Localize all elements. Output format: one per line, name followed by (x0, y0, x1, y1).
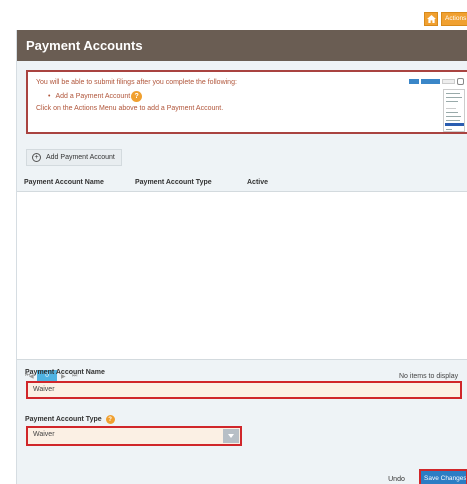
payment-account-type-label-row: Payment Account Type ? (25, 415, 115, 424)
thumbnail-menu-line (446, 108, 456, 109)
thumbnail-menu-line (446, 120, 460, 121)
actions-menu-thumbnail (409, 77, 467, 132)
grid-header: Payment Account Name Payment Account Typ… (17, 175, 467, 192)
page-title: Payment Accounts (26, 38, 143, 53)
payment-account-type-label: Payment Account Type (25, 416, 102, 423)
add-payment-account-label: Add Payment Account (46, 154, 115, 161)
thumbnail-actions-button (442, 79, 455, 84)
thumbnail-button-2 (421, 79, 440, 84)
notice-instruction-text: Click on the Actions Menu above to add a… (36, 105, 224, 112)
help-icon[interactable]: ? (105, 415, 115, 424)
pager-status: No items to display (399, 373, 459, 380)
thumbnail-menu-highlight (445, 123, 464, 126)
notice-requirement-text: Add a Payment Account (55, 93, 131, 100)
undo-button[interactable]: Undo (383, 472, 410, 484)
thumbnail-menu-line (446, 129, 452, 130)
payment-account-type-value: Waiver (33, 431, 55, 438)
add-payment-account-button[interactable]: + Add Payment Account (26, 149, 122, 166)
column-header-type[interactable]: Payment Account Type (135, 179, 212, 186)
requirements-notice: You will be able to submit filings after… (26, 70, 467, 134)
thumbnail-menu-line (446, 112, 458, 113)
payment-account-type-select[interactable]: Waiver (26, 426, 242, 446)
chevron-down-icon (228, 434, 234, 438)
home-icon (426, 15, 436, 23)
thumbnail-menu-line (446, 116, 461, 117)
thumbnail-gear-icon (457, 78, 464, 85)
thumbnail-button-1 (409, 79, 419, 84)
thumbnail-menu-line (446, 101, 458, 102)
actions-menu-button[interactable]: Actions (441, 12, 467, 26)
top-toolbar: Actions (0, 0, 467, 30)
grid-body (17, 192, 467, 360)
help-icon[interactable]: ? (131, 91, 143, 102)
payment-accounts-panel: Payment Accounts You will be able to sub… (16, 30, 467, 484)
column-header-name[interactable]: Payment Account Name (24, 179, 104, 186)
home-button[interactable] (424, 12, 438, 26)
notice-requirement-item: • Add a Payment Account ? (48, 91, 143, 102)
thumbnail-menu-line (446, 97, 462, 98)
dropdown-toggle[interactable] (223, 429, 239, 443)
add-icon: + (32, 153, 41, 162)
panel-header: Payment Accounts (17, 30, 467, 61)
bullet-icon: • (48, 93, 51, 100)
payment-account-name-input[interactable]: Waiver (26, 381, 462, 399)
notice-intro-text: You will be able to submit filings after… (36, 79, 237, 86)
save-changes-button[interactable]: Save Changes (419, 469, 467, 484)
column-header-active[interactable]: Active (247, 179, 268, 186)
thumbnail-menu (443, 89, 465, 132)
thumbnail-menu-line (446, 93, 460, 94)
payment-account-name-label: Payment Account Name (25, 369, 105, 376)
